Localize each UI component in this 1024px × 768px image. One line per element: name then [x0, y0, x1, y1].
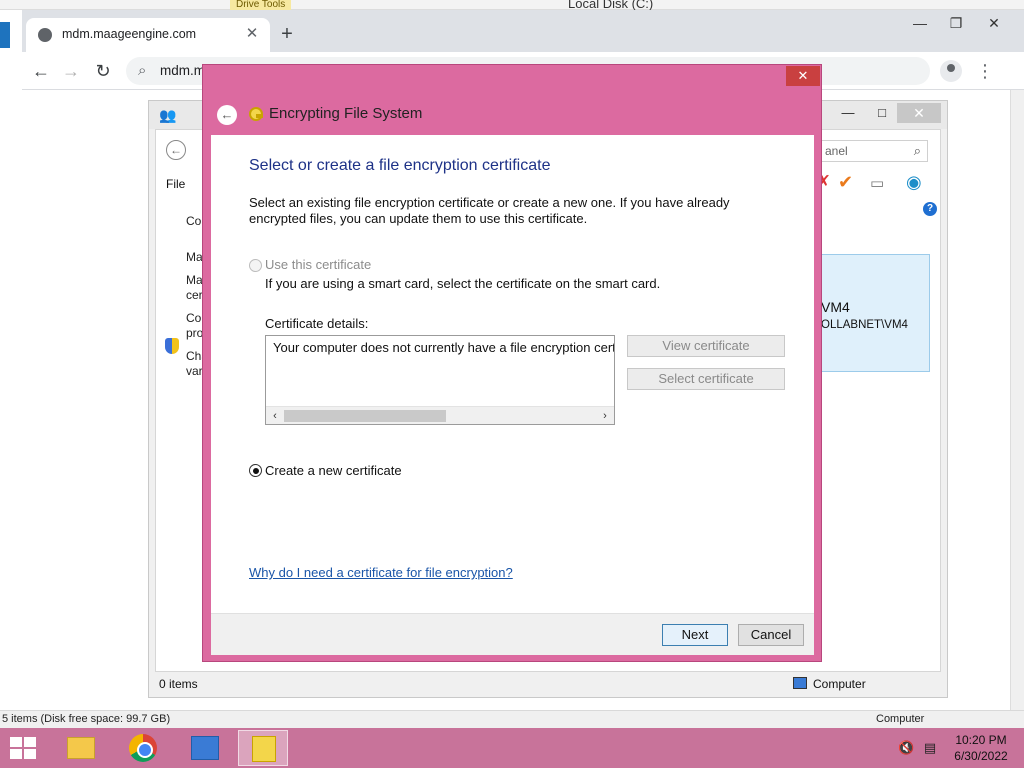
explorer-status-items: 5 items (Disk free space: 99.7 GB)	[2, 713, 171, 725]
next-button[interactable]: Next	[662, 624, 728, 646]
back-arrow-icon[interactable]: ←	[166, 140, 186, 160]
taskbar-chrome[interactable]	[118, 730, 168, 766]
minimize-button[interactable]: —	[833, 103, 863, 123]
close-window-button[interactable]: ✕	[897, 103, 941, 123]
computer-domain: OLLABNET\VM4	[821, 319, 908, 331]
explorer-statusbar: 5 items (Disk free space: 99.7 GB) Compu…	[0, 710, 1024, 730]
browser-tab[interactable]: mdm.maageengine.com ✕	[26, 18, 270, 52]
shield-icon	[165, 338, 179, 354]
smartcard-hint: If you are using a smart card, select th…	[265, 276, 661, 291]
control-panel-icon	[191, 736, 219, 760]
use-certificate-radio[interactable]	[249, 259, 262, 272]
ribbon-tab-drive-tools[interactable]: Drive Tools	[230, 0, 292, 10]
efs-dialog: ✕ ← Encrypting File System Select or cre…	[202, 64, 822, 662]
nav-item[interactable]: cer	[186, 288, 203, 302]
view-certificate-button[interactable]: View certificate	[627, 335, 785, 357]
system-window-statusbar: 0 items Computer	[155, 671, 941, 695]
check-icon[interactable]: ✔	[838, 172, 853, 193]
certificate-details-box[interactable]: Your computer does not currently have a …	[265, 335, 615, 425]
toolbar-icons: ✗ ✔ ▭ ◉	[816, 172, 936, 196]
explorer-nav-strip	[0, 22, 10, 48]
close-tab-icon[interactable]: ✕	[242, 24, 262, 44]
windows-logo-icon	[10, 749, 22, 759]
windows-logo-icon	[24, 749, 36, 759]
search-input[interactable]: anel ⌕	[818, 140, 928, 162]
search-icon: ⌕	[913, 143, 921, 158]
help-icon[interactable]: ?	[923, 202, 937, 216]
globe-icon	[38, 28, 52, 42]
clock-date: 6/30/2022	[954, 749, 1008, 763]
maximize-button[interactable]: □	[867, 103, 897, 123]
create-certificate-label: Create a new certificate	[265, 463, 402, 478]
network-icon[interactable]: ▤	[922, 740, 938, 756]
taskbar-control-panel[interactable]	[180, 730, 230, 766]
nav-item[interactable]: pro	[186, 326, 203, 340]
chrome-icon	[129, 734, 157, 762]
back-arrow-icon[interactable]: ←	[30, 60, 52, 82]
status-item-count: 0 items	[159, 677, 198, 691]
back-arrow-icon[interactable]: ←	[217, 105, 237, 125]
nav-item[interactable]: Ma	[186, 273, 203, 287]
reload-icon[interactable]: ↻	[92, 60, 114, 82]
certificate-details-label: Certificate details:	[265, 316, 369, 331]
search-icon: ⌕	[138, 62, 147, 79]
windows-logo-icon	[24, 737, 36, 747]
taskbar-file-explorer[interactable]	[56, 730, 106, 766]
close-icon[interactable]: ✕	[786, 66, 820, 86]
key-icon	[249, 107, 263, 121]
maximize-button[interactable]: ❐	[938, 12, 974, 34]
explorer-status-computer: Computer	[876, 713, 925, 725]
certificate-details-text: Your computer does not currently have a …	[273, 340, 614, 355]
use-certificate-label: Use this certificate	[265, 257, 372, 272]
speaker-muted-icon[interactable]: 🔇	[898, 740, 914, 756]
computer-icon	[793, 677, 807, 689]
status-computer: Computer	[813, 677, 866, 691]
dialog-title: Encrypting File System	[269, 105, 423, 122]
explorer-scrollbar[interactable]	[1010, 50, 1024, 730]
computer-name: VM4	[821, 299, 850, 315]
card-icon[interactable]: ▭	[870, 174, 884, 192]
create-certificate-radio[interactable]	[249, 464, 262, 477]
key-icon	[252, 736, 276, 762]
horizontal-scrollbar[interactable]: ‹ ›	[266, 406, 614, 424]
cancel-button[interactable]: Cancel	[738, 624, 804, 646]
dialog-footer: Next Cancel	[211, 613, 814, 655]
computer-info-panel: VM4 OLLABNET\VM4	[816, 254, 930, 372]
scroll-thumb[interactable]	[284, 410, 446, 422]
help-link[interactable]: Why do I need a certificate for file enc…	[249, 565, 513, 580]
taskbar: 🔇 ▤ 10:20 PM 6/30/2022	[0, 728, 1024, 768]
new-tab-button[interactable]: +	[276, 24, 298, 46]
folder-icon	[67, 737, 95, 759]
select-certificate-button[interactable]: Select certificate	[627, 368, 785, 390]
search-placeholder: anel	[825, 144, 848, 158]
dialog-content: Select or create a file encryption certi…	[211, 135, 814, 613]
scroll-left-icon[interactable]: ‹	[268, 408, 282, 424]
close-window-button[interactable]: ✕	[976, 12, 1012, 34]
nav-item[interactable]: Ma	[186, 250, 203, 264]
dialog-heading: Select or create a file encryption certi…	[249, 157, 551, 174]
dialog-description: Select an existing file encryption certi…	[249, 195, 730, 226]
minimize-button[interactable]: —	[902, 12, 938, 34]
explorer-titlebar: Drive Tools Local Disk (C:)	[0, 0, 1024, 11]
kebab-menu-icon[interactable]: ⋮	[976, 60, 994, 82]
forward-arrow-icon[interactable]: →	[60, 60, 82, 82]
clock-time: 10:20 PM	[955, 733, 1007, 747]
start-button[interactable]	[10, 737, 38, 759]
scroll-right-icon[interactable]: ›	[598, 408, 612, 424]
profile-avatar-icon[interactable]	[940, 60, 962, 82]
browser-tab-title: mdm.maageengine.com	[62, 27, 197, 41]
taskbar-efs[interactable]	[238, 730, 288, 766]
menu-file[interactable]: File	[166, 177, 185, 191]
clock[interactable]: 10:20 PM 6/30/2022	[950, 732, 1012, 764]
windows-logo-icon	[10, 737, 22, 747]
browser-tabstrip: mdm.maageengine.com ✕ + — ❐ ✕	[22, 10, 1024, 52]
globe-icon[interactable]: ◉	[906, 172, 922, 193]
users-icon: 👥	[159, 107, 177, 123]
address-url: mdm.m	[160, 63, 205, 78]
